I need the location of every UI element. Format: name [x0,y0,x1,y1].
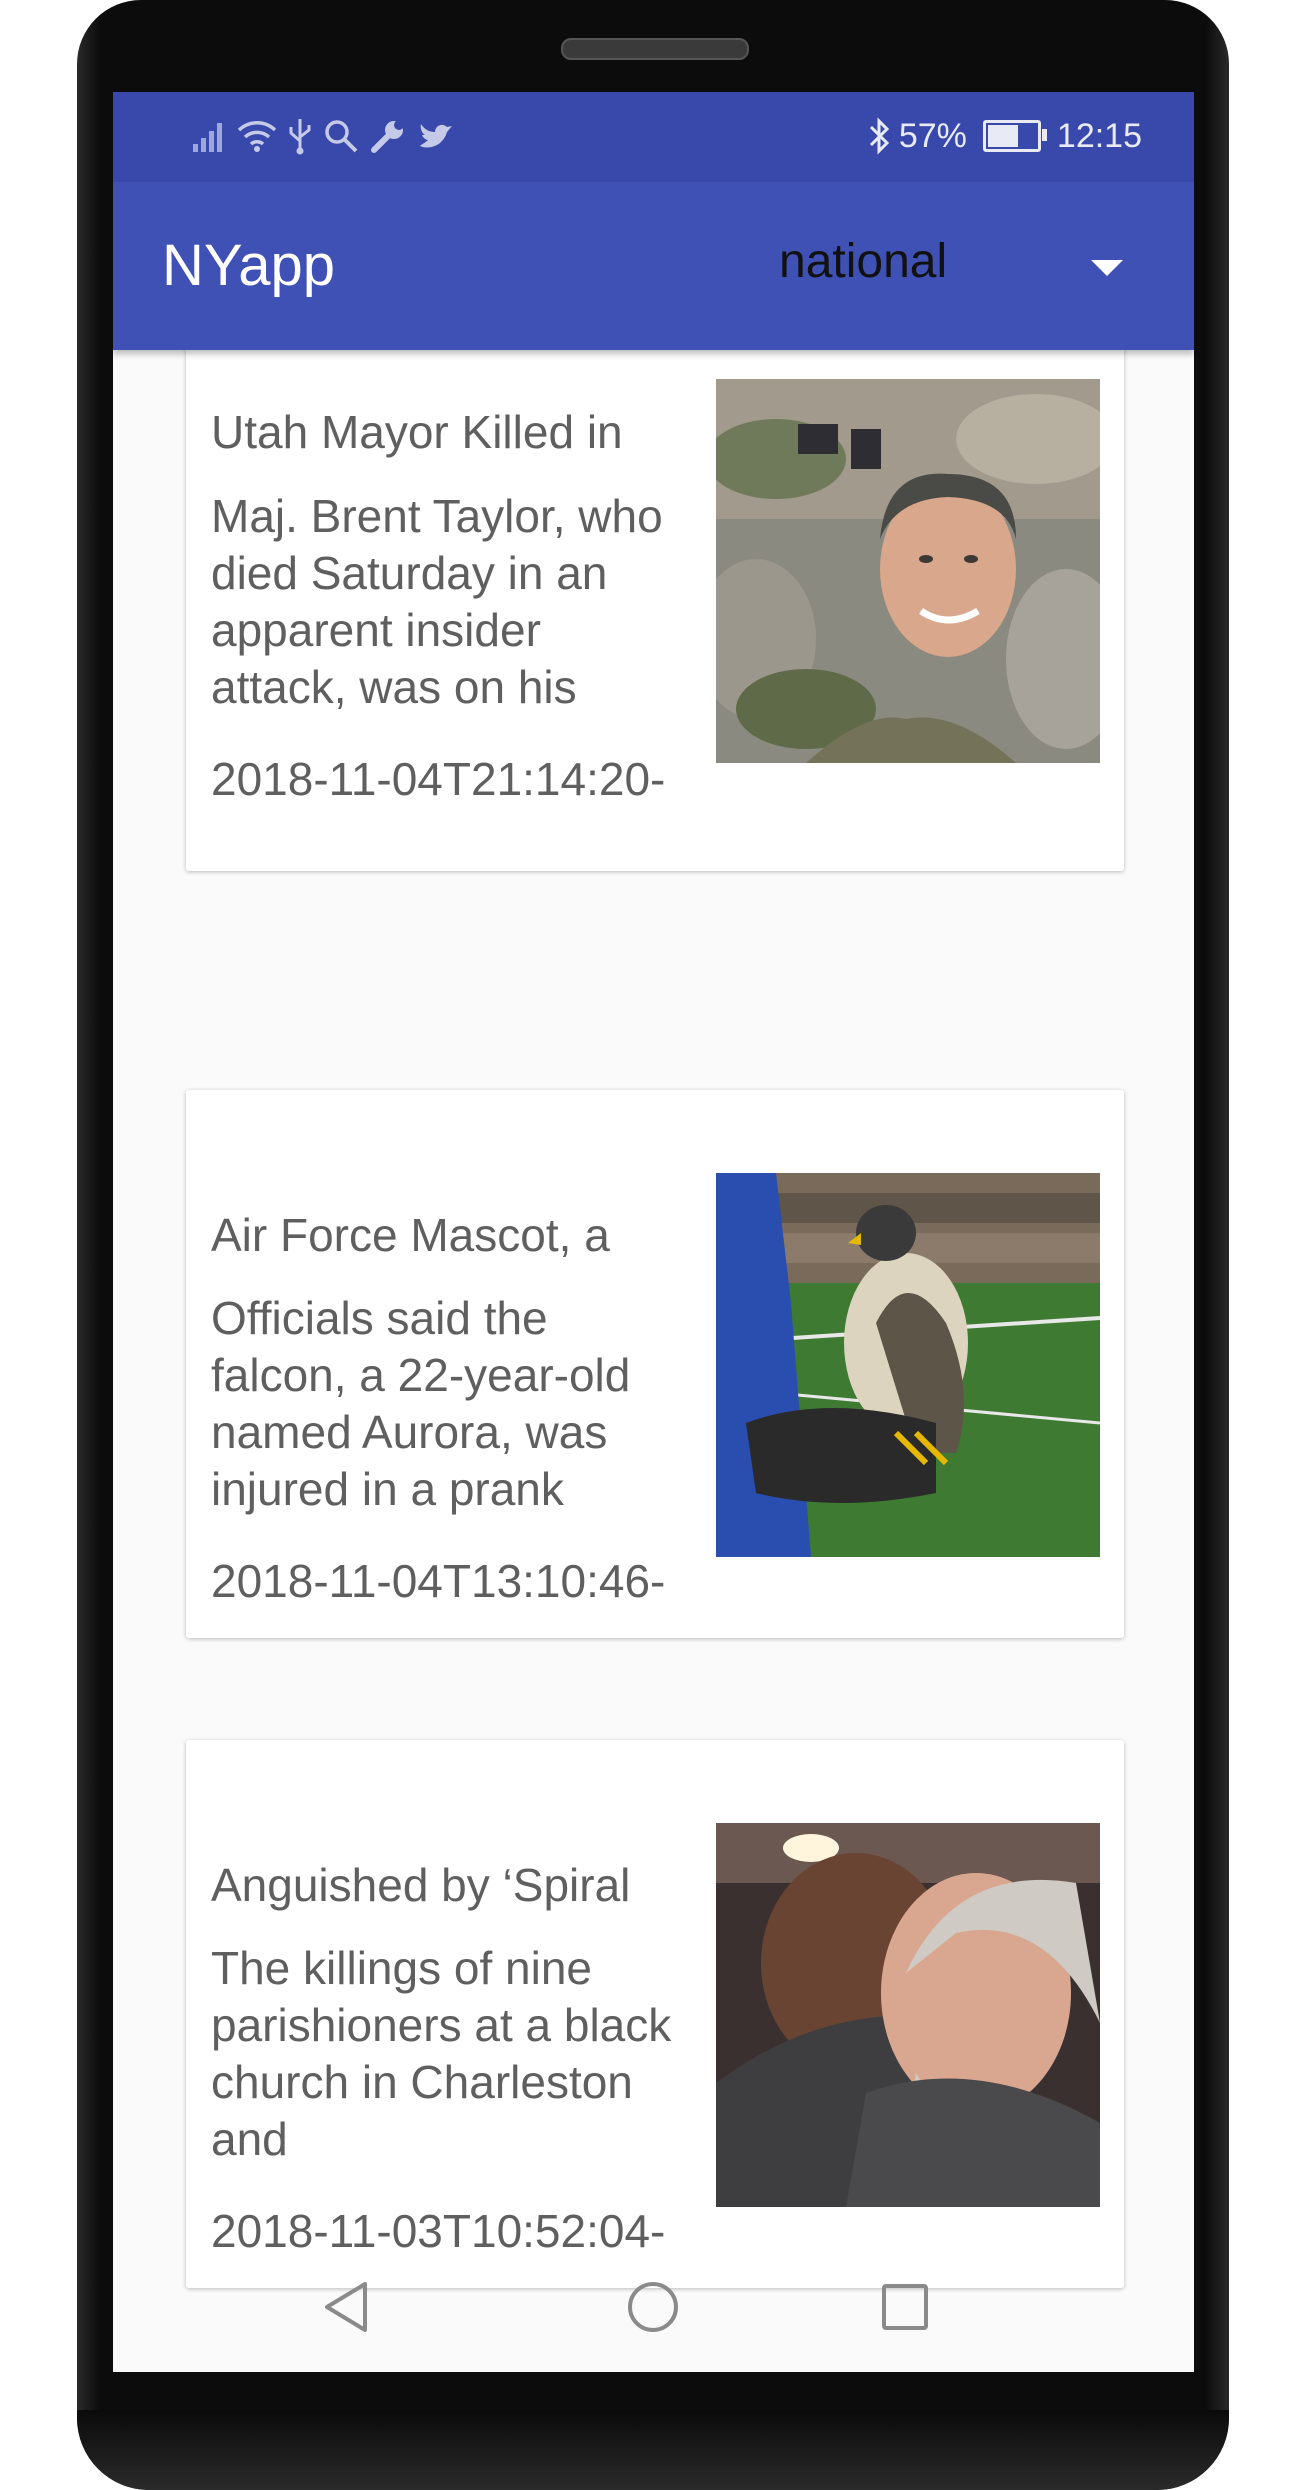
status-right: 57% 12:15 [867,114,1142,158]
search-icon [325,120,358,153]
article-description: Officials said the falcon, a 22-year-old… [211,1292,631,1515]
section-spinner-value: national [779,235,948,288]
article-title: Anguished by ‘Spiral [211,1859,631,1911]
screen: 57% 12:15 NYapp national Utah Mayor Kill… [113,92,1194,2372]
article-title: Utah Mayor Killed in [211,406,623,458]
clock: 12:15 [1056,116,1142,155]
app-title: NYapp [162,233,336,298]
wifi-icon [237,121,277,152]
back-icon[interactable] [313,2272,383,2342]
article-thumbnail [716,1173,1100,1557]
battery-icon [982,120,1047,152]
twitter-icon [420,124,452,148]
status-left-icons [191,114,455,158]
earpiece-speaker [561,38,749,60]
battery-percent: 57% [898,116,967,155]
article-date: 2018-11-04T21:14:20- [211,753,666,805]
home-icon[interactable] [618,2272,688,2342]
wrench-icon [371,120,404,153]
dropdown-arrow-icon [1091,260,1123,276]
section-spinner[interactable]: national [753,212,1173,322]
article-description: Maj. Brent Taylor, who died Saturday in … [211,490,663,713]
bluetooth-icon [869,117,889,155]
signal-icon [193,123,222,152]
usb-icon [289,119,311,155]
article-thumbnail [716,379,1100,763]
recents-icon[interactable] [870,2272,940,2342]
article-card[interactable]: Air Force Mascot, a Officials said the f… [186,1090,1124,1638]
phone-chin [77,2410,1229,2490]
article-thumbnail [716,1823,1100,2207]
navigation-bar [113,2242,1194,2372]
article-card[interactable]: Anguished by ‘Spiral The killings of nin… [186,1740,1124,2288]
article-date: 2018-11-04T13:10:46- [211,1555,666,1607]
status-bar: 57% 12:15 [113,92,1194,182]
article-title: Air Force Mascot, a [211,1209,610,1261]
battery-fill [987,125,1018,147]
article-description: The killings of nine parishioners at a b… [211,1942,672,2165]
app-bar: NYapp national [113,182,1194,350]
article-card[interactable]: Utah Mayor Killed in Maj. Brent Taylor, … [186,320,1124,871]
